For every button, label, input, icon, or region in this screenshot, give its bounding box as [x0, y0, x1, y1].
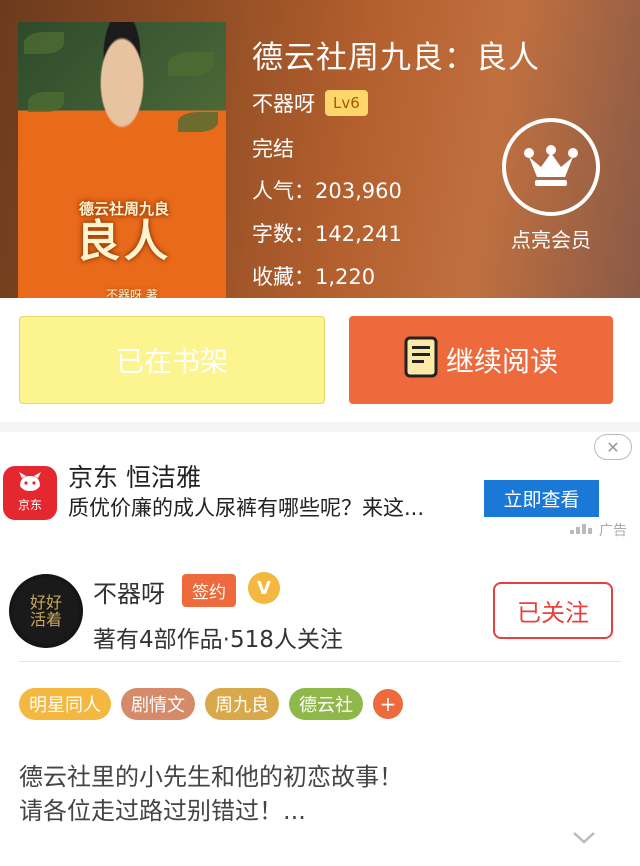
jd-logo: 京东 — [3, 466, 57, 520]
signed-badge: 签约 — [182, 574, 236, 607]
book-header: 德云社周九良 良人 不器呀 著 德云社周九良：良人 不器呀 Lv6 完结 人气：… — [0, 0, 640, 298]
tag-label: 德云社 — [299, 695, 353, 716]
tag-item[interactable]: 剧情文 — [121, 688, 195, 720]
followed-button[interactable]: 已关注 — [493, 582, 613, 639]
chevron-down-icon[interactable] — [572, 830, 596, 849]
ad-description: 质优价廉的成人尿裤有哪些呢？来这... — [68, 496, 425, 520]
cover-leaf — [178, 112, 218, 132]
level-badge: Lv6 — [325, 90, 368, 116]
add-tag-button[interactable]: + — [373, 689, 403, 719]
synopsis-line: 德云社里的小先生和他的初恋故事！ — [19, 763, 403, 791]
book-status: 完结 — [252, 137, 294, 161]
plus-icon: + — [379, 692, 397, 716]
ad-title: 京东 恒洁雅 — [68, 463, 201, 492]
ad-tag: 广告 — [570, 520, 627, 540]
book-cover[interactable]: 德云社周九良 良人 不器呀 著 — [18, 22, 226, 298]
jd-dog-icon — [17, 472, 43, 497]
verified-label: V — [257, 577, 271, 599]
vip-button[interactable]: 点亮会员 — [496, 118, 606, 253]
on-shelf-button[interactable]: 已在书架 — [19, 316, 325, 404]
divider — [19, 661, 621, 662]
action-bar: 已在书架 继续阅读 — [0, 298, 640, 422]
cover-leaf — [168, 52, 214, 76]
continue-reading-button[interactable]: 继续阅读 — [349, 316, 613, 404]
close-icon: ✕ — [606, 437, 620, 457]
book-title: 德云社周九良：良人 — [252, 40, 540, 76]
cover-leaf — [24, 32, 64, 54]
book-favorites: 收藏：1,220 — [252, 265, 376, 289]
cover-title-large: 良人 — [76, 216, 172, 267]
continue-reading-label: 继续阅读 — [445, 345, 558, 378]
crown-icon — [502, 118, 600, 216]
ad-tag-label: 广告 — [599, 523, 627, 539]
cover-author-mark: 不器呀 著 — [106, 288, 158, 298]
synopsis[interactable]: 德云社里的小先生和他的初恋故事！ 请各位走过路过别错过！... — [19, 760, 403, 828]
vip-label: 点亮会员 — [511, 228, 591, 252]
synopsis-line: 请各位走过路过别错过！... — [19, 797, 306, 825]
tag-item[interactable]: 周九良 — [205, 688, 279, 720]
avatar[interactable]: 好好活着 — [9, 574, 83, 648]
verified-icon: V — [248, 572, 280, 604]
author-card-name[interactable]: 不器呀 — [93, 574, 165, 609]
ad-banner[interactable]: 京东 京东 恒洁雅 质优价廉的成人尿裤有哪些呢？来这... 立即查看 ✕ 广告 — [0, 422, 640, 560]
author-section: 好好活着 不器呀 签约 V 著有4部作品·518人关注 已关注 明星同人 剧情文… — [0, 560, 640, 866]
followed-label: 已关注 — [517, 599, 589, 627]
ad-view-button[interactable]: 立即查看 — [484, 480, 599, 517]
ad-signal-icon — [570, 522, 596, 538]
author-name[interactable]: 不器呀 — [252, 88, 315, 118]
tag-item[interactable]: 德云社 — [289, 688, 363, 720]
book-icon — [404, 336, 438, 385]
book-popularity: 人气：203,960 — [252, 179, 402, 203]
tag-label: 剧情文 — [131, 695, 185, 716]
tag-label: 明星同人 — [29, 695, 101, 716]
tag-item[interactable]: 明星同人 — [19, 688, 111, 720]
avatar-text: 好好活着 — [29, 593, 62, 629]
author-stats: 著有4部作品·518人关注 — [93, 627, 343, 653]
jd-logo-text: 京东 — [17, 498, 42, 512]
author-row: 不器呀 Lv6 — [252, 88, 368, 118]
tag-list: 明星同人 剧情文 周九良 德云社 + — [19, 688, 403, 720]
tag-label: 周九良 — [215, 695, 269, 716]
cover-title: 德云社周九良 良人 — [54, 198, 194, 265]
cover-leaf — [28, 92, 64, 112]
ad-close-button[interactable]: ✕ — [594, 434, 632, 460]
on-shelf-label: 已在书架 — [115, 345, 228, 378]
book-word-count: 字数：142,241 — [252, 222, 402, 246]
